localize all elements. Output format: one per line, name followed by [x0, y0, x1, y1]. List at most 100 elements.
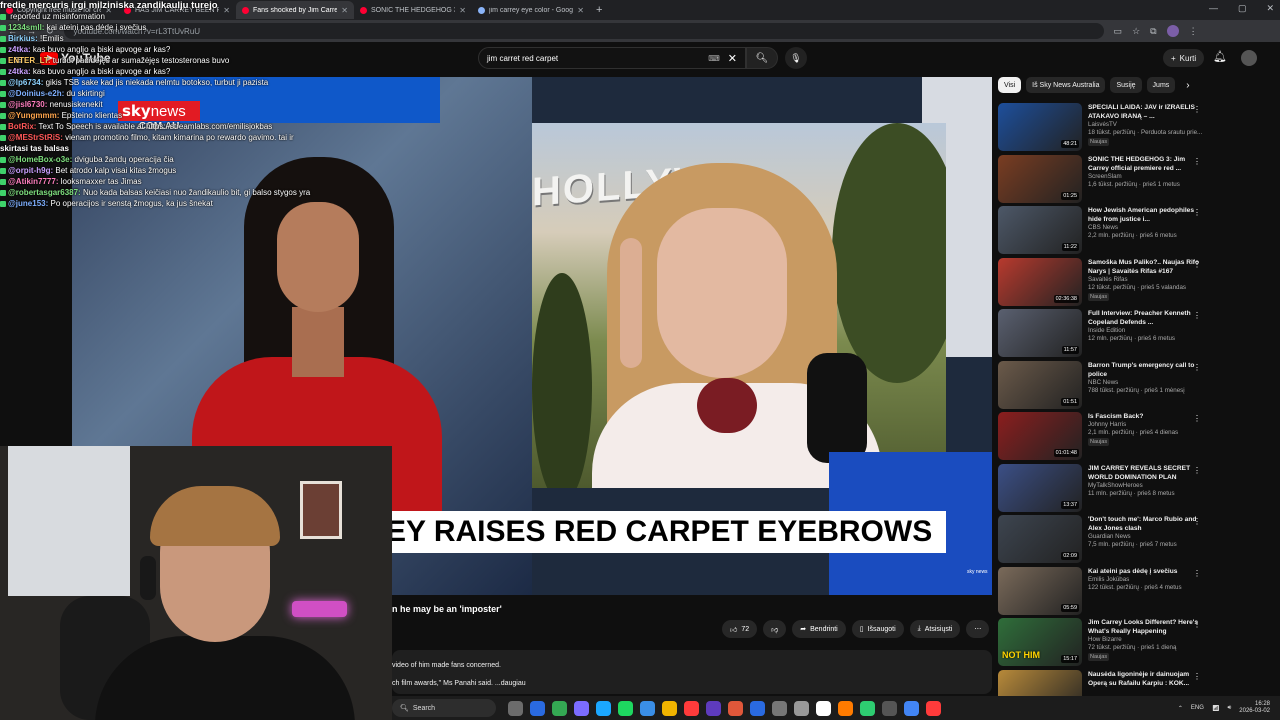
clock[interactable]: 16:28 2026-03-02: [1239, 701, 1270, 715]
close-window-icon[interactable]: ✕: [1266, 3, 1274, 14]
video-thumbnail[interactable]: 02:36:38: [998, 257, 1082, 306]
recommended-video[interactable]: 05:59 Kai ateini pas dėdę į svečius Emilis…: [998, 566, 1204, 619]
taskbar-app-icon[interactable]: [574, 700, 589, 716]
like-button[interactable]: 👍︎ 72: [722, 620, 758, 638]
video-title[interactable]: SPECIALI LAIDA: JAV ir IZRAELIS ATAKAVO …: [1088, 103, 1204, 121]
search-button[interactable]: 🔍︎: [746, 47, 778, 69]
minimize-icon[interactable]: —: [1209, 3, 1218, 14]
new-tab-button[interactable]: +: [590, 4, 608, 16]
search-input[interactable]: jim carret red carpet ⌨ ✕: [478, 47, 746, 69]
voice-search-button[interactable]: 🎙︎: [785, 47, 807, 69]
description-box[interactable]: video of him made fans concerned. ch fil…: [392, 650, 992, 694]
taskbar-app-icon[interactable]: [838, 700, 853, 716]
taskbar-app-icon[interactable]: [552, 700, 567, 716]
taskbar-app-icon[interactable]: [728, 700, 743, 716]
taskbar-app-icon[interactable]: [860, 700, 875, 716]
recommended-video[interactable]: 11:22 How Jewish American pedophiles hide…: [998, 206, 1204, 258]
video-thumbnail[interactable]: 01:51: [998, 360, 1082, 409]
video-thumbnail[interactable]: 05:59: [998, 566, 1082, 615]
recommended-video[interactable]: NOT HIM 15:17 Jim Carrey Looks Different? …: [998, 618, 1204, 670]
more-actions-button[interactable]: ⋯: [966, 620, 990, 638]
taskbar-app-icon[interactable]: [772, 700, 787, 716]
volume-icon[interactable]: 🔊︎: [1228, 705, 1232, 712]
video-title[interactable]: Barron Trump's emergency call to police: [1088, 361, 1204, 379]
recommended-video[interactable]: 02:36:38 Samoška Mus Paliko?.. Naujas Rif…: [998, 257, 1204, 310]
taskbar-app-icon[interactable]: [618, 700, 633, 716]
channel-name[interactable]: How Bizarre: [1088, 636, 1204, 644]
profile-avatar[interactable]: [1166, 25, 1179, 37]
video-title[interactable]: How Jewish American pedophiles hide from…: [1088, 206, 1204, 224]
video-title[interactable]: Is Fascism Back?: [1088, 412, 1204, 421]
chevron-right-icon[interactable]: ›: [1186, 80, 1189, 91]
video-thumbnail[interactable]: 01:25: [998, 154, 1082, 203]
video-title[interactable]: Kai ateini pas dėdę į svečius: [1088, 567, 1204, 576]
video-thumbnail[interactable]: NOT HIM 15:17: [998, 618, 1082, 666]
close-tab-icon[interactable]: ✕: [459, 6, 466, 15]
taskbar-app-icon[interactable]: [816, 700, 831, 716]
video-thumbnail[interactable]: 11:57: [998, 309, 1082, 357]
taskbar-app-icon[interactable]: [926, 700, 941, 716]
more-options-icon[interactable]: ⋮: [1193, 414, 1201, 423]
recommended-video[interactable]: 13:37 JIM CARREY REVEALS SECRET WORLD DOM…: [998, 463, 1204, 516]
video-title[interactable]: 'Don't touch me': Marco Rubio and Alex J…: [1088, 515, 1204, 533]
filter-chip[interactable]: Visi: [998, 77, 1022, 93]
video-thumbnail[interactable]: 13:37: [998, 463, 1082, 512]
taskbar-app-icon[interactable]: [882, 700, 897, 716]
taskbar-app-icon[interactable]: [750, 700, 765, 716]
account-avatar[interactable]: [1241, 50, 1257, 66]
video-thumbnail[interactable]: 01:01:48: [998, 412, 1082, 460]
taskbar-app-icon[interactable]: [684, 700, 699, 716]
close-tab-icon[interactable]: ✕: [577, 6, 584, 15]
save-button[interactable]: ▯ Išsaugoti: [851, 620, 904, 638]
share-button[interactable]: ➦ Bendrinti: [792, 620, 846, 638]
taskbar-app-icon[interactable]: [508, 700, 523, 716]
video-thumbnail[interactable]: 11:22: [998, 206, 1082, 254]
more-options-icon[interactable]: ⋮: [1193, 620, 1201, 629]
more-options-icon[interactable]: ⋮: [1193, 517, 1201, 526]
notifications-bell-icon[interactable]: 🔔︎: [1213, 50, 1227, 63]
channel-name[interactable]: Guardian News: [1088, 533, 1204, 541]
channel-name[interactable]: ScreenSlam: [1088, 173, 1204, 181]
more-options-icon[interactable]: ⋮: [1193, 363, 1201, 372]
video-title[interactable]: Nausėda ligoninėje ir dainuojam Operą su…: [1088, 670, 1204, 688]
video-title[interactable]: JIM CARREY REVEALS SECRET WORLD DOMINATI…: [1088, 464, 1204, 482]
recommended-video[interactable]: Nausėda ligoninėje ir dainuojam Operą su…: [998, 669, 1204, 696]
recommended-video[interactable]: 01:01:48 Is Fascism Back? Johnny Harris 2,1…: [998, 412, 1204, 464]
channel-name[interactable]: Inside Edition: [1088, 327, 1204, 335]
clear-search-icon[interactable]: ✕: [728, 52, 737, 65]
show-more-link[interactable]: ...daugiau: [495, 680, 526, 687]
video-title[interactable]: SONIC THE HEDGEHOG 3: Jim Carrey officia…: [1088, 155, 1204, 173]
video-title[interactable]: Full Interview: Preacher Kenneth Copelan…: [1088, 309, 1204, 327]
channel-name[interactable]: Savaitės Rifas: [1088, 276, 1204, 284]
taskbar-app-icon[interactable]: [904, 700, 919, 716]
video-thumbnail[interactable]: [998, 669, 1082, 696]
recommended-video[interactable]: 01:51 Barron Trump's emergency call to po…: [998, 360, 1204, 413]
taskbar-app-icon[interactable]: [794, 700, 809, 716]
bookmark-star-icon[interactable]: ☆: [1132, 26, 1140, 37]
more-options-icon[interactable]: ⋮: [1193, 105, 1201, 114]
channel-name[interactable]: CBS News: [1088, 224, 1204, 232]
more-options-icon[interactable]: ⋮: [1193, 208, 1201, 217]
dislike-button[interactable]: 👎︎: [763, 620, 787, 638]
channel-name[interactable]: Emilis Jokūbas: [1088, 576, 1204, 584]
browser-tab[interactable]: jim carrey eye color - Google ✕: [472, 1, 590, 19]
video-title[interactable]: Samoška Mus Paliko?.. Naujas Rifo Narys …: [1088, 258, 1204, 276]
taskbar-search[interactable]: 🔍︎ Search: [392, 699, 496, 717]
more-options-icon[interactable]: ⋮: [1193, 466, 1201, 475]
video-thumbnail[interactable]: 02:09: [998, 515, 1082, 563]
keyboard-icon[interactable]: ⌨: [708, 54, 720, 63]
taskbar-app-icon[interactable]: [530, 700, 545, 716]
extensions-icon[interactable]: ⧉: [1150, 26, 1156, 37]
chevron-up-icon[interactable]: ⌃: [1178, 705, 1183, 712]
channel-name[interactable]: Johnny Harris: [1088, 421, 1204, 429]
more-options-icon[interactable]: ⋮: [1193, 311, 1201, 320]
channel-name[interactable]: MyTalkShowHeroes: [1088, 482, 1204, 490]
taskbar-app-icon[interactable]: [640, 700, 655, 716]
taskbar-app-icon[interactable]: [596, 700, 611, 716]
more-options-icon[interactable]: ⋮: [1193, 569, 1201, 578]
maximize-icon[interactable]: ▢: [1238, 3, 1247, 14]
recommended-video[interactable]: 11:57 Full Interview: Preacher Kenneth Co…: [998, 309, 1204, 361]
create-button[interactable]: + Kurti: [1163, 49, 1205, 67]
filter-chip[interactable]: Susiję: [1110, 77, 1142, 93]
filter-chip[interactable]: Jums: [1146, 77, 1176, 93]
